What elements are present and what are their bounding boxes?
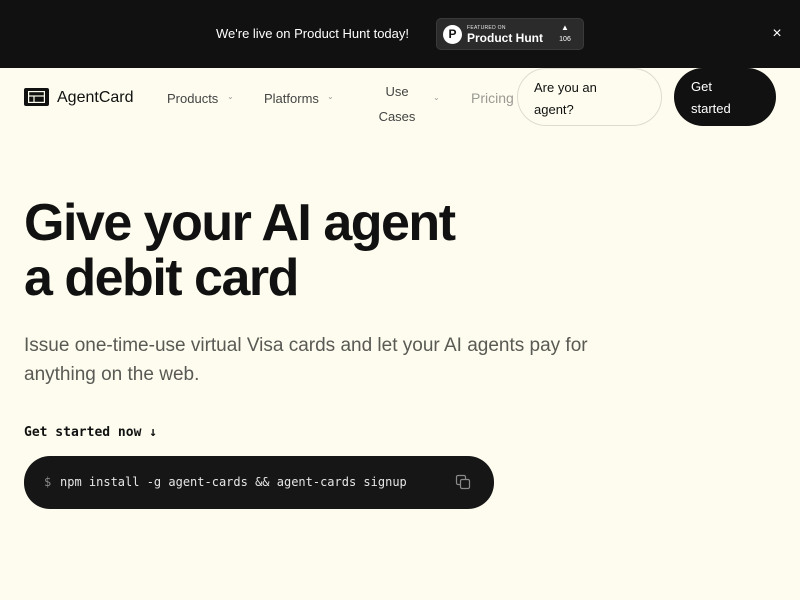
product-hunt-name: Product Hunt	[467, 31, 543, 45]
nav-use-cases[interactable]: Use Cases	[370, 79, 424, 129]
chevron-down-icon: ⌄	[227, 92, 234, 101]
banner-text: We're live on Product Hunt today!	[216, 26, 410, 41]
chevron-down-icon: ⌄	[433, 93, 440, 102]
install-command: npm install -g agent-cards && agent-card…	[60, 475, 407, 489]
nav-platforms[interactable]: Platforms	[264, 91, 319, 107]
upvote-arrow-icon: ▲	[561, 23, 569, 32]
hero-title-line1: Give your AI agent	[24, 194, 456, 252]
close-icon[interactable]: ×	[768, 25, 786, 43]
nav-use-cases-line2: Cases	[378, 109, 416, 124]
get-started-button[interactable]: Get started	[674, 68, 776, 126]
are-you-an-agent-button[interactable]: Are you an agent?	[517, 68, 662, 126]
copy-icon[interactable]	[455, 474, 471, 490]
hero-subtitle: Issue one-time-use virtual Visa cards an…	[24, 335, 588, 385]
get-started-line1: Get	[691, 79, 712, 94]
command-prompt: $	[44, 475, 52, 489]
agentcard-logo-icon[interactable]	[24, 88, 49, 106]
install-command-box: $ npm install -g agent-cards && agent-ca…	[24, 456, 494, 509]
agent-button-line2: agent?	[534, 102, 574, 117]
nav-use-cases-line1: Use	[385, 84, 409, 99]
announcement-banner: We're live on Product Hunt today! P FEAT…	[0, 0, 800, 68]
get-started-now-label: Get started now ↓	[24, 425, 158, 440]
hero-title-line2: a debit card	[24, 249, 299, 307]
upvote-count: 106	[559, 36, 571, 43]
product-hunt-logo-icon: P	[443, 25, 462, 44]
nav-pricing[interactable]: Pricing	[471, 90, 514, 106]
logo-text[interactable]: AgentCard	[57, 88, 134, 107]
product-hunt-badge[interactable]: P FEATURED ON Product Hunt ▲ 106	[436, 18, 584, 50]
agent-button-line1: Are you an	[534, 80, 597, 95]
hero-title: Give your AI agent a debit card	[24, 196, 724, 306]
nav-products[interactable]: Products	[167, 91, 218, 107]
chevron-down-icon: ⌄	[327, 92, 334, 101]
get-started-line2: started	[691, 101, 731, 116]
